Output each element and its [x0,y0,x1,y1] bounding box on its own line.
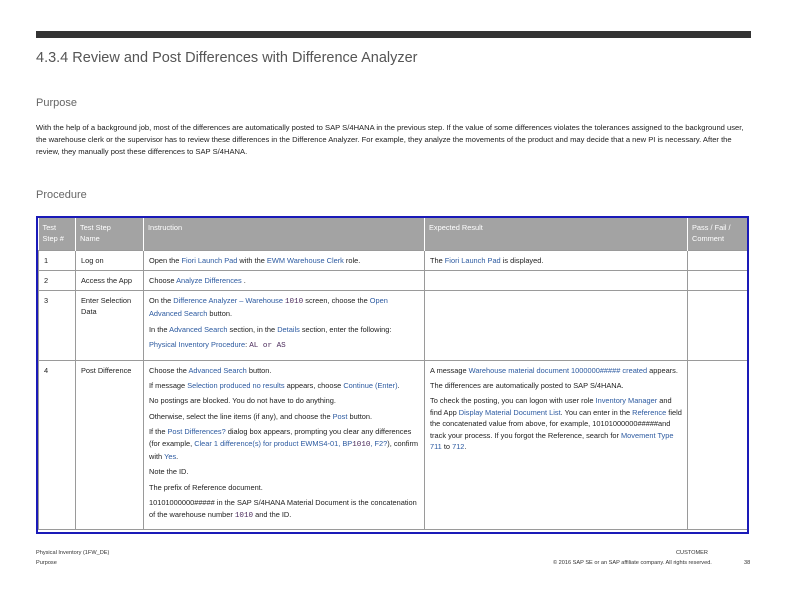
instruction-cell: Choose Analyze Differences . [143,270,425,291]
step-name: Enter Selection Data [75,290,144,361]
step-name: Access the App [75,270,144,291]
expected-cell: The Fiori Launch Pad is displayed. [424,250,688,271]
table-row: 4 Post Difference Choose the Advanced Se… [38,359,747,531]
pass-fail-cell [687,270,747,291]
footer-copyright: © 2016 SAP SE or an SAP affiliate compan… [553,560,712,566]
footer-classification: CUSTOMER [676,550,708,556]
step-name: Post Difference [75,359,144,531]
instruction-cell: Open the Fiori Launch Pad with the EWM W… [143,250,425,271]
step-number: 2 [38,270,76,291]
pass-fail-cell [687,290,747,361]
section-heading: 4.3.4 Review and Post Differences with D… [36,50,418,66]
procedure-table: Test Step # Test Step Name Instruction Exp… [36,216,749,534]
top-rule [36,31,751,38]
instruction-cell: On the Difference Analyzer – Warehouse 1… [143,290,425,361]
step-number: 1 [38,250,76,271]
footer-document-title: Physical Inventory (1FW_DE) [36,550,110,556]
step-name: Log on [75,250,144,271]
pass-fail-cell [687,359,747,531]
table-row: 1 Log on Open the Fiori Launch Pad with … [38,250,747,271]
procedure-heading: Procedure [36,189,87,201]
purpose-heading: Purpose [36,97,77,109]
expected-cell [424,270,688,291]
table-row: 3 Enter Selection Data On the Difference… [38,290,747,361]
header-expected-result: Expected Result [424,218,688,251]
instruction-cell: Choose the Advanced Search button. If me… [143,359,425,531]
header-step-number: Test Step # [38,218,76,251]
table-header-row: Test Step # Test Step Name Instruction Exp… [38,218,747,251]
expected-cell [424,290,688,361]
footer-section: Purpose [36,560,57,566]
header-instruction: Instruction [143,218,425,251]
table-row: 2 Access the App Choose Analyze Differen… [38,270,747,291]
step-number: 3 [38,290,76,361]
pass-fail-cell [687,250,747,271]
purpose-paragraph: With the help of a background job, most … [36,123,744,157]
footer-page-number: 38 [744,560,751,566]
header-step-name: Test Step Name [75,218,144,251]
header-pass-fail: Pass / Fail / Comment [687,218,747,251]
expected-cell: A message Warehouse material document 10… [424,359,688,531]
step-number: 4 [38,359,76,531]
